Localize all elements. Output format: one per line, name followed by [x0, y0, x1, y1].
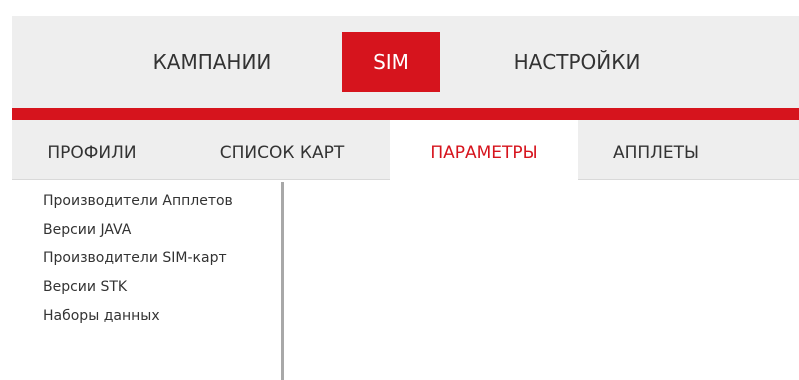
content-area: [287, 182, 799, 380]
sub-navigation: ПРОФИЛИ СПИСОК КАРТ ПАРАМЕТРЫ АППЛЕТЫ: [12, 120, 799, 180]
top-tab-settings[interactable]: НАСТРОЙКИ: [482, 16, 672, 108]
sub-tab-card-list[interactable]: СПИСОК КАРТ: [194, 120, 370, 179]
top-navigation: КАМПАНИИ SIM НАСТРОЙКИ: [12, 16, 799, 108]
sub-tab-profiles[interactable]: ПРОФИЛИ: [32, 120, 152, 179]
side-item-stk-versions[interactable]: Версии STK: [12, 275, 281, 299]
top-tab-sim[interactable]: SIM: [342, 32, 440, 92]
side-item-data-sets[interactable]: Наборы данных: [12, 304, 281, 328]
sub-tab-parameters[interactable]: ПАРАМЕТРЫ: [390, 120, 578, 180]
side-item-applet-manufacturers[interactable]: Производители Апплетов: [12, 189, 281, 213]
app-page: КАМПАНИИ SIM НАСТРОЙКИ ПРОФИЛИ СПИСОК КА…: [0, 0, 799, 380]
side-item-sim-manufacturers[interactable]: Производители SIM-карт: [12, 246, 281, 270]
side-menu: Производители Апплетов Версии JAVA Произ…: [12, 182, 284, 380]
side-item-java-versions[interactable]: Версии JAVA: [12, 218, 281, 242]
sub-tab-applets[interactable]: АППЛЕТЫ: [594, 120, 718, 179]
accent-divider: [12, 108, 799, 120]
top-tab-campaigns[interactable]: КАМПАНИИ: [132, 16, 292, 108]
